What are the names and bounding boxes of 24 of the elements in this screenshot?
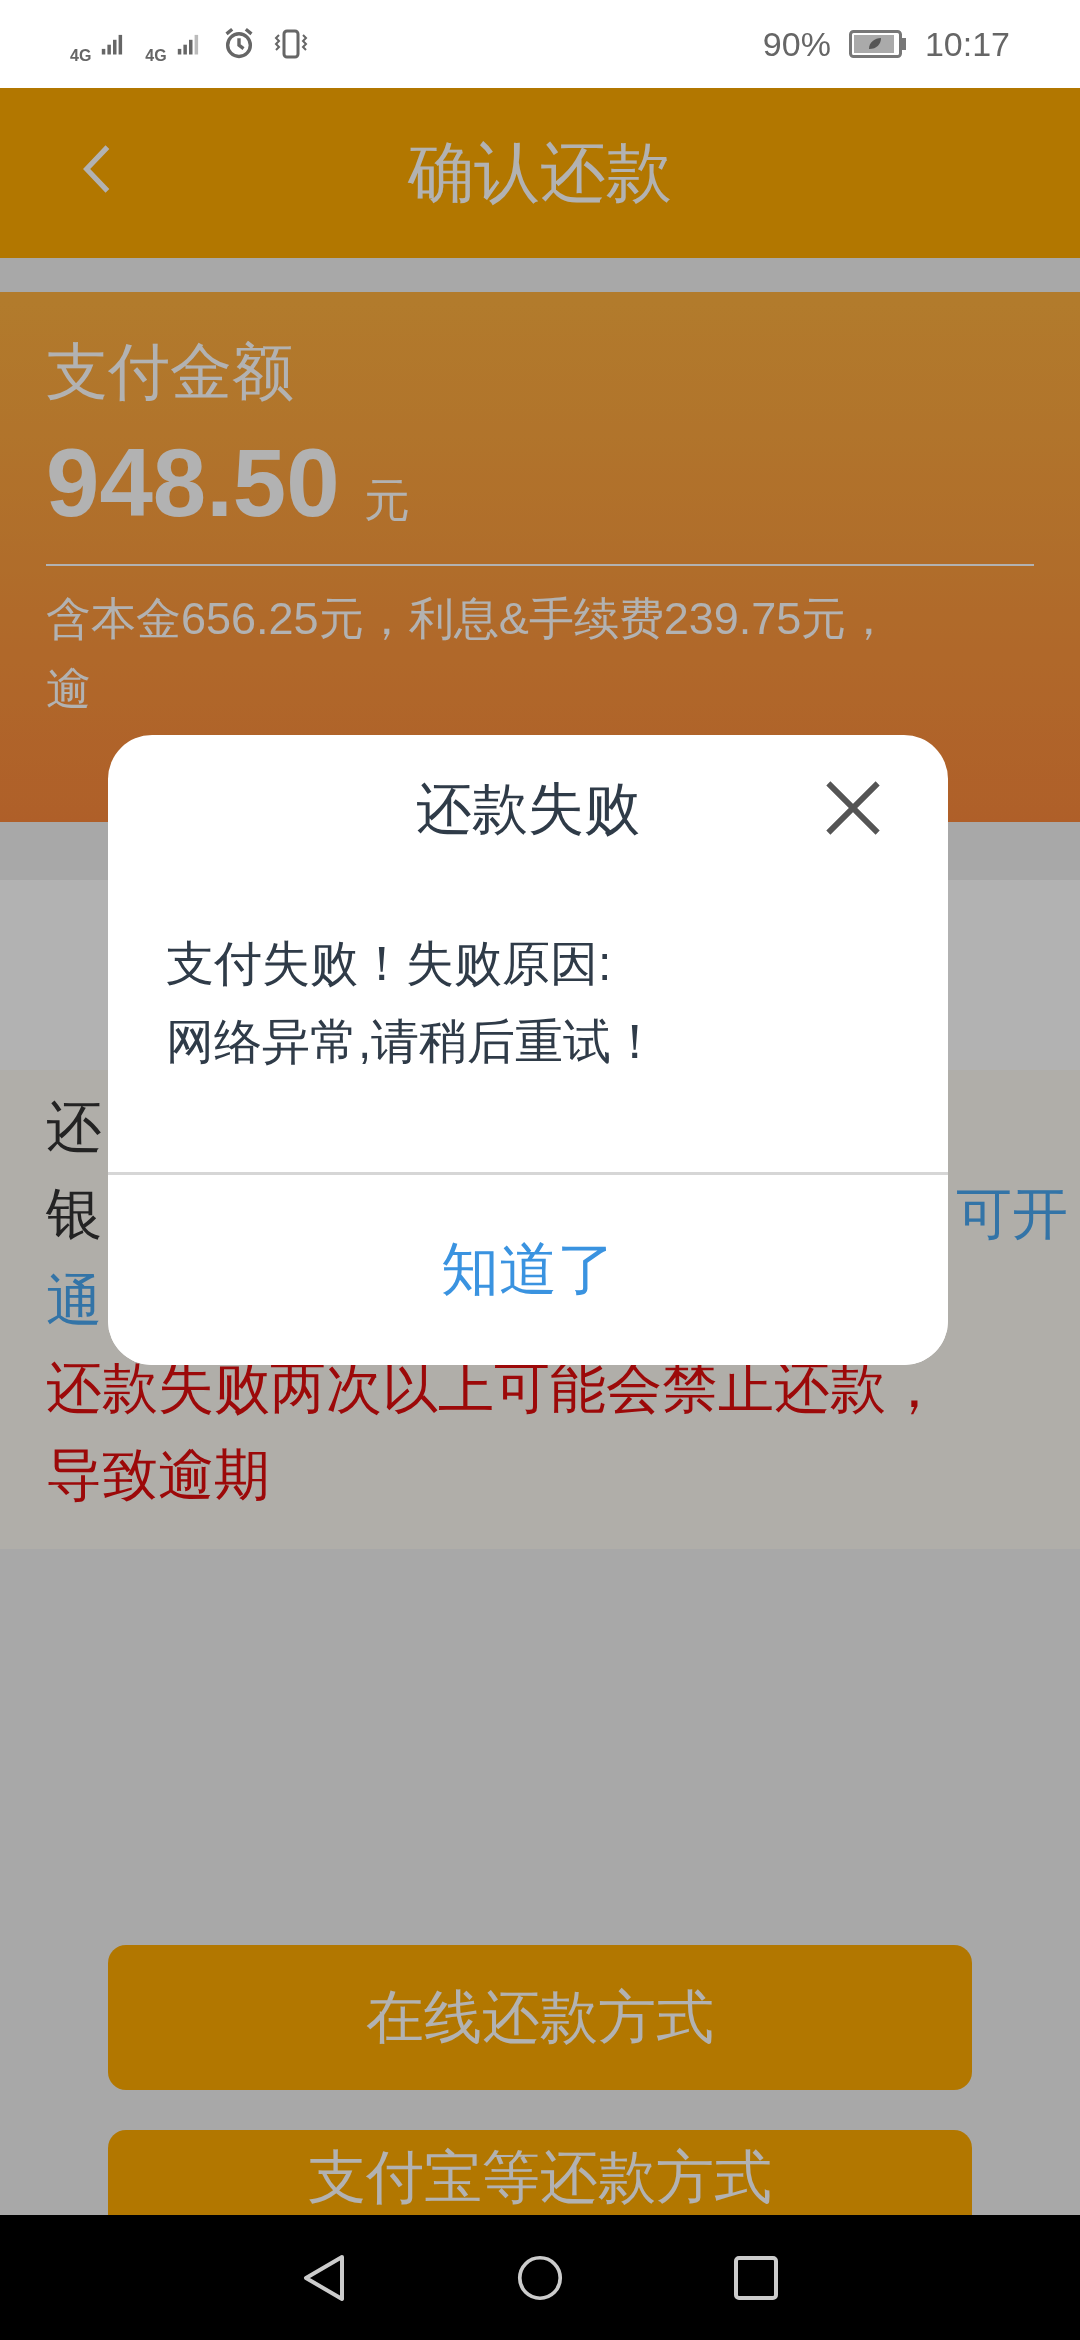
page-title: 确认还款 xyxy=(408,134,672,211)
battery-icon xyxy=(848,30,907,58)
amount-label: 支付金额 xyxy=(46,336,295,408)
notice-link[interactable]: 可开 xyxy=(956,1176,1068,1253)
close-icon[interactable] xyxy=(824,779,882,837)
battery-percent: 90% xyxy=(762,24,831,64)
back-icon[interactable] xyxy=(301,2252,347,2303)
amount-value: 948.50 xyxy=(46,428,340,538)
repay-method-button[interactable]: 支付宝等还款方式 xyxy=(108,2130,972,2215)
dialog-title: 还款失败 xyxy=(416,776,640,842)
notice-link[interactable]: 通 xyxy=(46,1263,102,1340)
notice-text: 银 xyxy=(46,1180,102,1247)
amount-breakdown: 逾 xyxy=(46,662,92,716)
clock-time: 10:17 xyxy=(924,24,1010,64)
repay-method-button[interactable]: 在线还款方式 xyxy=(108,1945,972,2090)
warning-text: 导致逾期 xyxy=(46,1441,270,1508)
vibrate-icon xyxy=(272,27,309,61)
amount-unit: 元 xyxy=(363,473,410,528)
network-label: 4G xyxy=(70,47,92,65)
network-label: 4G xyxy=(145,47,167,65)
amount-breakdown: 含本金656.25元，利息&手续费239.75元， xyxy=(46,592,893,646)
notice-text: 还 xyxy=(46,1093,102,1160)
dialog-message: 支付失败！失败原因: xyxy=(166,936,613,992)
dialog-message: 网络异常,请稍后重试！ xyxy=(166,1014,661,1070)
